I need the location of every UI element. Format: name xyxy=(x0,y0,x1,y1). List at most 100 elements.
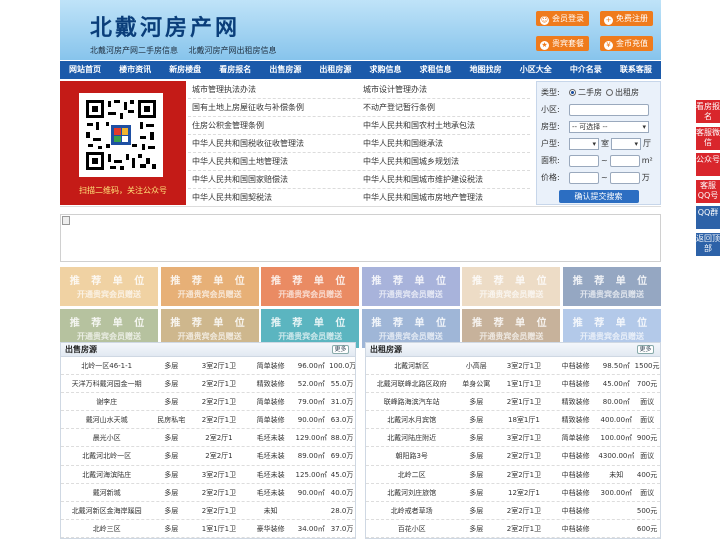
side-viewing-signup[interactable]: 看房报名 xyxy=(696,100,720,123)
listing-name[interactable]: 北戴河新区金海岸蹊园 xyxy=(61,502,152,519)
listing-name[interactable]: 北戴河新区 xyxy=(366,357,457,374)
vip-package-button[interactable]: ★ 贵宾套餐 xyxy=(536,36,589,51)
recommend-card[interactable]: 推 荐 单 位开通贵宾会员赠送 xyxy=(160,267,259,306)
recommend-card[interactable]: 推 荐 单 位开通贵宾会员赠送 xyxy=(361,267,460,306)
listing-row[interactable]: 北戴河刘庄旅馆 多层 12室2厅1 中档装修 300.00㎡ 面议 xyxy=(366,484,660,502)
price-max-input[interactable] xyxy=(609,171,640,184)
area-max-input[interactable] xyxy=(609,154,640,167)
listing-name[interactable]: 北戴河陆庄附近 xyxy=(366,429,457,446)
listing-row[interactable]: 北岭戒者草场 多层 2室2厅1卫 中档装修 500元 xyxy=(366,502,660,520)
side-service-wechat[interactable]: 客服微信 xyxy=(696,126,720,150)
area-min-input[interactable] xyxy=(569,154,599,167)
listing-name[interactable]: 北戴河联峰北路区政府 xyxy=(366,375,457,392)
listing-name[interactable]: 戴河山水天城 xyxy=(61,411,152,428)
recommend-card[interactable]: 推 荐 单 位开通贵宾会员赠送 xyxy=(261,267,360,306)
listing-row[interactable]: 晨光小区 多层 2室2厅1 毛坯未装 129.00㎡ 88.0万 xyxy=(61,429,355,448)
listing-name[interactable]: 北岭三区 xyxy=(61,520,152,537)
nav-agents[interactable]: 中介名录 xyxy=(561,61,611,79)
community-input[interactable] xyxy=(569,103,649,116)
listing-name[interactable]: 天洋万科戴河园金一期 xyxy=(61,375,152,392)
listing-row[interactable]: 北戴河新区 小高层 3室2厅1卫 中档装修 98.50㎡ 1500元 xyxy=(366,357,660,376)
side-official-account[interactable]: 公众号 xyxy=(696,153,720,176)
side-back-to-top[interactable]: 返回顶部 xyxy=(696,232,720,256)
hall-select[interactable] xyxy=(611,137,641,150)
nav-for-sale[interactable]: 出售房源 xyxy=(260,61,310,79)
law-link[interactable]: 中华人民共和国国家赔偿法 xyxy=(188,171,359,188)
recommend-card[interactable]: 推 荐 单 位开通贵宾会员赠送 xyxy=(60,267,158,306)
listing-name[interactable]: 北戴河北岭一区 xyxy=(61,447,152,464)
side-service-qq[interactable]: 客服QQ号 xyxy=(696,179,720,203)
law-link[interactable]: 中华人民共和国继承法 xyxy=(359,135,530,152)
banner-image[interactable] xyxy=(60,214,661,262)
recommend-card[interactable]: 推 荐 单 位开通贵宾会员赠送 xyxy=(562,267,661,306)
listing-name[interactable]: 戴河新城 xyxy=(61,484,152,501)
listing-name[interactable]: 谢李庄 xyxy=(61,393,152,410)
sublink-secondhand[interactable]: 北戴河房产网二手房信息 xyxy=(90,46,178,55)
site-logo[interactable]: 北戴河房产网 xyxy=(90,10,240,42)
price-min-input[interactable] xyxy=(569,171,599,184)
nav-for-rent[interactable]: 出租房源 xyxy=(310,61,360,79)
recommend-card[interactable]: 推 荐 单 位开通贵宾会员赠送 xyxy=(462,267,561,306)
room-select[interactable] xyxy=(569,137,599,150)
sublink-rental[interactable]: 北戴河房产网出租房信息 xyxy=(189,46,277,55)
side-qq-group[interactable]: QQ群 xyxy=(696,206,720,229)
recharge-button[interactable]: ¥ 金币充值 xyxy=(600,36,653,51)
nav-viewing-signup[interactable]: 看房报名 xyxy=(210,61,260,79)
nav-map[interactable]: 地图找房 xyxy=(461,61,511,79)
listing-name[interactable]: 北戴河海滨陆庄 xyxy=(61,466,152,483)
law-link[interactable]: 城市设计管理办法 xyxy=(359,81,530,98)
listing-row[interactable]: 谢李庄 多层 2室2厅1卫 简单装修 79.00㎡ 31.0万 xyxy=(61,393,355,412)
listing-row[interactable]: 北戴河水月宾馆 多层 18室1厅1 精致装修 400.00㎡ 面议 xyxy=(366,411,660,430)
law-link[interactable]: 中华人民共和国城市维护建设税法 xyxy=(359,171,530,188)
listing-name[interactable]: 北岭戒者草场 xyxy=(366,502,457,519)
listing-name[interactable]: 北岭二区 xyxy=(366,466,457,483)
sale-more-button[interactable]: 更多 xyxy=(332,345,349,354)
type-rental-radio[interactable]: 出租房 xyxy=(606,87,639,98)
house-type-select[interactable]: -- 可选择 -- xyxy=(569,120,649,133)
listing-row[interactable]: 北戴河联峰北路区政府 单身公寓 1室1厅1卫 中档装修 45.00㎡ 700元 xyxy=(366,375,660,394)
nav-wanted-rent[interactable]: 求租信息 xyxy=(411,61,461,79)
type-secondhand-radio[interactable]: 二手房 xyxy=(569,87,602,98)
law-link[interactable]: 中华人民共和国农村土地承包法 xyxy=(359,117,530,134)
law-link[interactable]: 中华人民共和国土地管理法 xyxy=(188,153,359,170)
listing-row[interactable]: 北戴河新区金海岸蹊园 多层 2室2厅1卫 未知 28.0万 xyxy=(61,502,355,520)
listing-row[interactable]: 北岭三区 多层 1室1厅1卫 豪华装修 34.00㎡ 37.0万 xyxy=(61,520,355,538)
listing-name[interactable]: 晨光小区 xyxy=(61,429,152,446)
listing-row[interactable]: 北戴河陆庄附近 多层 3室2厅1卫 简单装修 100.00㎡ 900元 xyxy=(366,429,660,448)
login-button[interactable]: ☺ 会员登录 xyxy=(536,11,589,26)
listing-name[interactable]: 北戴河水月宾馆 xyxy=(366,411,457,428)
listing-name[interactable]: 北戴河刘庄旅馆 xyxy=(366,484,457,501)
listing-row[interactable]: 联峰路海滨汽车站 多层 2室1厅1卫 精致装修 80.00㎡ 面议 xyxy=(366,393,660,412)
nav-news[interactable]: 楼市资讯 xyxy=(110,61,160,79)
law-link[interactable]: 中华人民共和国城乡规划法 xyxy=(359,153,530,170)
law-link[interactable]: 中华人民共和国城市房地产管理法 xyxy=(359,189,530,206)
law-link[interactable]: 城市管理执法办法 xyxy=(188,81,359,98)
law-link[interactable]: 中华人民共和国税收征收管理法 xyxy=(188,135,359,152)
nav-home[interactable]: 网站首页 xyxy=(60,61,110,79)
listing-name[interactable]: 朝阳路3号 xyxy=(366,447,457,464)
listing-row[interactable]: 北戴河北岭一区 多层 2室2厅1 毛坯未装 89.00㎡ 69.0万 xyxy=(61,447,355,466)
recommend-title: 推 荐 单 位 xyxy=(572,276,652,287)
law-link[interactable]: 中华人民共和国契税法 xyxy=(188,189,359,206)
listing-row[interactable]: 天洋万科戴河园金一期 多层 2室2厅1卫 精致装修 52.00㎡ 55.0万 xyxy=(61,375,355,394)
listing-name[interactable]: 联峰路海滨汽车站 xyxy=(366,393,457,410)
listing-row[interactable]: 戴河山水天城 民房私宅 2室2厅1卫 简单装修 90.00㎡ 63.0万 xyxy=(61,411,355,430)
listing-row[interactable]: 朝阳路3号 多层 2室2厅1卫 中档装修 4300.00㎡ 面议 xyxy=(366,447,660,466)
law-link[interactable]: 住房公积金管理条例 xyxy=(188,117,359,134)
law-link[interactable]: 不动产登记暂行条例 xyxy=(359,99,530,116)
listing-row[interactable]: 北岭二区 多层 2室2厅1卫 中档装修 未知 400元 xyxy=(366,466,660,484)
rent-more-button[interactable]: 更多 xyxy=(637,345,654,354)
law-link[interactable]: 国有土地上房屋征收与补偿条例 xyxy=(188,99,359,116)
listing-row[interactable]: 北戴河海滨陆庄 多层 3室2厅1卫 毛坯未装 125.00㎡ 45.0万 xyxy=(61,466,355,484)
nav-new-homes[interactable]: 新房楼盘 xyxy=(160,61,210,79)
listing-name[interactable]: 百花小区 xyxy=(366,520,457,537)
listing-row[interactable]: 北岭一区46-1-1 多层 3室2厅1卫 简单装修 96.00㎡ 100.0万 xyxy=(61,357,355,376)
listing-row[interactable]: 百花小区 多层 2室2厅1卫 中档装修 600元 xyxy=(366,520,660,538)
listing-name[interactable]: 北岭一区46-1-1 xyxy=(61,357,152,374)
nav-contact[interactable]: 联系客服 xyxy=(611,61,661,79)
listing-row[interactable]: 戴河新城 多层 2室2厅1卫 毛坯未装 90.00㎡ 40.0万 xyxy=(61,484,355,502)
nav-wanted-buy[interactable]: 求购信息 xyxy=(360,61,410,79)
register-button[interactable]: + 免费注册 xyxy=(600,11,653,26)
nav-communities[interactable]: 小区大全 xyxy=(511,61,561,79)
search-submit-button[interactable]: 确认提交搜索 xyxy=(558,190,639,203)
